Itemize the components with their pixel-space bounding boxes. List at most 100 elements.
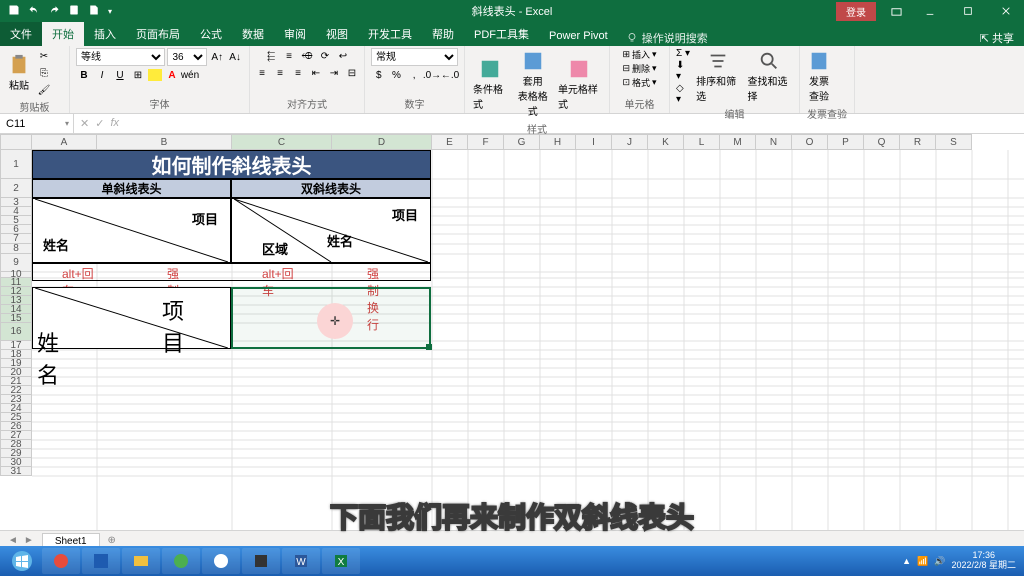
paste-button[interactable]: 粘贴 [6, 52, 32, 94]
underline-button[interactable]: U [112, 67, 128, 83]
new-icon[interactable] [88, 4, 100, 19]
single-header-cell[interactable]: 单斜线表头 [32, 179, 231, 198]
col-header-Q[interactable]: Q [864, 134, 900, 150]
decrease-font-icon[interactable]: A↓ [227, 49, 243, 65]
tray-icon[interactable]: ▲ [902, 556, 911, 566]
select-all-corner[interactable] [0, 134, 32, 150]
tray-volume-icon[interactable]: 🔊 [934, 556, 945, 567]
decrease-decimal-icon[interactable]: ←.0 [442, 67, 458, 83]
single-diagonal-cell[interactable]: 项目 姓名 [32, 198, 231, 263]
tab-home[interactable]: 开始 [42, 22, 84, 46]
tab-developer[interactable]: 开发工具 [358, 22, 422, 46]
fx-icon[interactable]: fx [110, 117, 119, 130]
col-header-L[interactable]: L [684, 134, 720, 150]
indent-decrease-icon[interactable]: ⇤ [308, 65, 324, 81]
font-size-select[interactable]: 36 [167, 48, 207, 66]
col-header-M[interactable]: M [720, 134, 756, 150]
border-button[interactable]: ⊞ [130, 67, 146, 83]
align-bottom-icon[interactable]: ⬲ [299, 48, 315, 64]
tab-pdf[interactable]: PDF工具集 [464, 22, 539, 46]
taskbar-app-1[interactable] [42, 548, 80, 574]
col-header-C[interactable]: C [232, 134, 332, 150]
invoice-check-button[interactable]: 发票 查验 [806, 48, 832, 105]
save-icon[interactable] [8, 4, 20, 19]
taskbar-app-4[interactable] [162, 548, 200, 574]
tab-help[interactable]: 帮助 [422, 22, 464, 46]
insert-cells-button[interactable]: ⊞ 插入 ▾ [622, 48, 656, 61]
title-cell[interactable]: 如何制作斜线表头 [32, 150, 431, 179]
taskbar-app-7[interactable]: W [282, 548, 320, 574]
taskbar-app-5[interactable] [202, 548, 240, 574]
tab-nav-prev-icon[interactable]: ◄ [8, 535, 18, 546]
taskbar-clock[interactable]: 17:36 2022/2/8 星期二 [951, 551, 1020, 571]
row-header-15[interactable]: 15 [0, 314, 32, 323]
name-box[interactable]: C11 [0, 114, 74, 133]
tell-me-search[interactable]: 操作说明搜索 [626, 30, 708, 46]
tab-insert[interactable]: 插入 [84, 22, 126, 46]
cancel-formula-icon[interactable]: ✕ [80, 117, 89, 130]
add-sheet-button[interactable]: ⊕ [100, 535, 124, 546]
ribbon-display-icon[interactable] [882, 0, 910, 22]
format-cells-button[interactable]: ⊡ 格式 ▾ [622, 76, 656, 89]
undo-icon[interactable] [28, 4, 40, 19]
tab-layout[interactable]: 页面布局 [126, 22, 190, 46]
align-right-icon[interactable]: ≡ [290, 65, 306, 81]
cut-icon[interactable]: ✂ [36, 48, 52, 64]
comma-icon[interactable]: , [406, 67, 422, 83]
tab-file[interactable]: 文件 [0, 22, 42, 46]
font-color-button[interactable]: A [164, 67, 180, 83]
taskbar-app-6[interactable] [242, 548, 280, 574]
italic-button[interactable]: I [94, 67, 110, 83]
col-header-E[interactable]: E [432, 134, 468, 150]
phonetic-icon[interactable]: wén [182, 67, 198, 83]
redo-icon[interactable] [48, 4, 60, 19]
number-format-select[interactable]: 常规 [371, 48, 458, 66]
example-diagonal-cell[interactable] [32, 287, 231, 349]
col-header-H[interactable]: H [540, 134, 576, 150]
enter-formula-icon[interactable]: ✓ [95, 117, 104, 130]
share-button[interactable]: ⇱ 共享 [980, 30, 1014, 46]
clear-icon[interactable]: ◇ ▾ [676, 83, 690, 105]
col-header-K[interactable]: K [648, 134, 684, 150]
col-header-O[interactable]: O [792, 134, 828, 150]
col-header-B[interactable]: B [97, 134, 232, 150]
col-header-R[interactable]: R [900, 134, 936, 150]
double-header-cell[interactable]: 双斜线表头 [231, 179, 431, 198]
merge-icon[interactable]: ⊟ [344, 65, 360, 81]
col-header-D[interactable]: D [332, 134, 432, 150]
autosum-icon[interactable]: Σ ▾ [676, 48, 690, 59]
tab-view[interactable]: 视图 [316, 22, 358, 46]
qat-dropdown-icon[interactable]: ▾ [108, 7, 112, 16]
spreadsheet-grid[interactable]: ABCDEFGHIJKLMNOPQRS 12345678910111213141… [0, 134, 1024, 530]
row-header-31[interactable]: 31 [0, 467, 32, 476]
table-format-button[interactable]: 套用 表格格式 [513, 48, 551, 120]
col-header-F[interactable]: F [468, 134, 504, 150]
double-diagonal-cell[interactable]: 项目 姓名 区域 [231, 198, 431, 263]
tab-data[interactable]: 数据 [232, 22, 274, 46]
row-header-16[interactable]: 16 [0, 323, 32, 341]
taskbar-app-3[interactable] [122, 548, 160, 574]
row-header-2[interactable]: 2 [0, 179, 32, 198]
tab-formulas[interactable]: 公式 [190, 22, 232, 46]
taskbar-excel[interactable]: X [322, 548, 360, 574]
font-name-select[interactable]: 等线 [76, 48, 165, 66]
maximize-button[interactable] [950, 0, 986, 22]
find-select-button[interactable]: 查找和选择 [746, 48, 793, 105]
col-header-S[interactable]: S [936, 134, 972, 150]
format-painter-icon[interactable]: 🖌 [36, 82, 52, 98]
currency-icon[interactable]: $ [371, 67, 387, 83]
orientation-icon[interactable]: ⟳ [317, 48, 333, 64]
login-button[interactable]: 登录 [836, 2, 876, 21]
fill-handle[interactable] [426, 344, 432, 350]
bold-button[interactable]: B [76, 67, 92, 83]
align-middle-icon[interactable]: ≡ [281, 48, 297, 64]
touch-icon[interactable] [68, 4, 80, 19]
percent-icon[interactable]: % [389, 67, 405, 83]
col-header-P[interactable]: P [828, 134, 864, 150]
minimize-button[interactable] [912, 0, 948, 22]
align-top-icon[interactable]: ⬱ [263, 48, 279, 64]
taskbar-app-2[interactable] [82, 548, 120, 574]
row-header-1[interactable]: 1 [0, 150, 32, 179]
wrap-text-icon[interactable]: ↩ [335, 48, 351, 64]
conditional-format-button[interactable]: 条件格式 [471, 56, 509, 113]
